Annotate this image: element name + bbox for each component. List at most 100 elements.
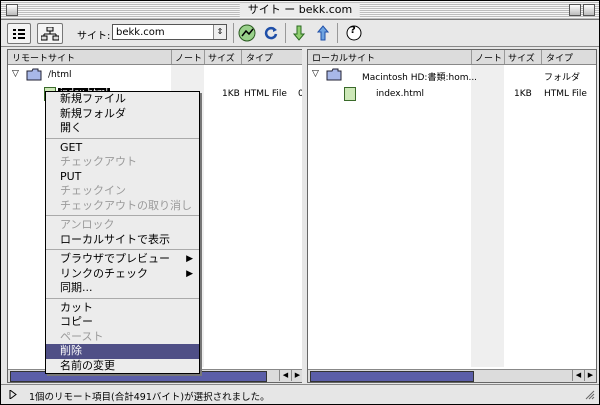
collapse-box-icon[interactable] [583, 4, 595, 16]
connect-button[interactable] [237, 23, 257, 42]
status-bar: 1個のリモート項目(合計491バイト)が選択されました。 [1, 384, 599, 404]
local-site-heading: ローカルサイト [312, 54, 376, 64]
menu-item-label: ローカルサイトで表示 [60, 232, 170, 246]
toolbar-divider [285, 23, 286, 43]
menu-item[interactable]: 同期... [46, 281, 199, 296]
connect-icon [238, 24, 256, 41]
menu-item-label: リンクのチェック [60, 266, 148, 280]
remote-column-header: リモートサイト ノート サイズ タイプ [8, 50, 303, 65]
site-window: サイト ー bekk.com サイト: bekk.com ⇕ ? リモートサイト… [0, 0, 600, 405]
menu-item: ペースト [46, 330, 199, 345]
menu-item-label: コピー [60, 315, 93, 328]
file-name: index.html [376, 89, 424, 99]
toolbar: サイト: bekk.com ⇕ ? [1, 20, 599, 47]
menu-item[interactable]: ローカルサイトで表示 [46, 233, 199, 248]
close-box-icon[interactable] [6, 4, 18, 16]
file-type: HTML File [244, 89, 287, 99]
help-glyph: ? [350, 25, 356, 36]
menu-item-label: 名前の変更 [60, 358, 115, 372]
site-map-icon [41, 26, 59, 40]
expand-triangle-icon[interactable] [9, 390, 17, 399]
refresh-button[interactable] [263, 23, 279, 42]
menu-item[interactable]: GET [46, 141, 199, 156]
folder-path: Macintosh HD:書類:hom... [362, 73, 478, 83]
chevron-updown-icon: ⇕ [213, 25, 226, 39]
menu-separator [46, 137, 199, 139]
scroll-left-icon[interactable]: ◀ [572, 370, 584, 381]
resize-grip-icon[interactable] [585, 390, 595, 400]
menu-item-label: ブラウザでプレビュー [60, 252, 170, 265]
folder-row[interactable]: ▽ /html [8, 67, 303, 83]
submenu-arrow-icon: ▶ [186, 254, 193, 264]
zoom-box-icon[interactable] [569, 4, 581, 16]
down-arrow-icon [293, 25, 305, 41]
column-notes[interactable]: ノート [475, 51, 502, 64]
scroll-right-icon[interactable]: ▶ [584, 370, 596, 381]
put-button[interactable] [315, 23, 331, 42]
site-map-button[interactable] [37, 23, 63, 44]
context-menu: 新規ファイル 新規フォルダ 開く GET チェックアウト PUT チェックイン チェックアウト… [45, 91, 200, 374]
toolbar-divider [233, 23, 234, 43]
menu-item-label: チェックアウトの取り消し [60, 198, 192, 212]
column-type[interactable]: タイプ [246, 51, 273, 64]
list-icon [13, 28, 25, 39]
scroll-left-icon[interactable]: ◀ [279, 370, 291, 381]
menu-item[interactable]: 新規ファイル [46, 92, 199, 107]
menu-item[interactable]: 新規フォルダ [46, 107, 199, 122]
file-type: HTML File [544, 89, 587, 99]
site-files-button[interactable] [7, 23, 31, 44]
get-button[interactable] [291, 23, 307, 42]
disclosure-triangle-icon[interactable]: ▽ [312, 69, 319, 79]
menu-item-label: 新規フォルダ [60, 106, 126, 120]
folder-row[interactable]: ▽ Macintosh HD:書類:hom... フォルダ [308, 67, 596, 83]
status-text: 1個のリモート項目(合計491バイト)が選択されました。 [29, 392, 270, 403]
menu-item-label: 同期... [60, 281, 93, 294]
column-size[interactable]: サイズ [508, 51, 535, 64]
menu-item-label: アンロック [60, 218, 115, 231]
folder-icon [326, 68, 342, 81]
menu-item[interactable]: カット [46, 301, 199, 316]
menu-item-label: チェックアウト [60, 155, 137, 168]
folder-name: /html [48, 70, 72, 80]
menu-separator [46, 249, 199, 250]
column-notes[interactable]: ノート [175, 51, 202, 64]
refresh-icon [264, 26, 278, 39]
title-bar[interactable]: サイト ー bekk.com [1, 1, 599, 20]
column-size[interactable]: サイズ [208, 51, 235, 64]
help-button[interactable]: ? [345, 23, 363, 42]
window-title: サイト ー bekk.com [239, 3, 361, 17]
file-row[interactable]: index.html 1KB HTML File [308, 86, 596, 102]
menu-item[interactable]: PUT [46, 170, 199, 185]
menu-item-label: カット [60, 300, 93, 314]
folder-icon [26, 68, 42, 81]
disclosure-triangle-icon[interactable]: ▽ [12, 69, 19, 79]
menu-item-label: チェックイン [60, 184, 126, 197]
scroll-thumb[interactable] [310, 371, 474, 382]
site-dropdown[interactable]: bekk.com ⇕ [112, 24, 227, 40]
menu-item[interactable]: 開く [46, 121, 199, 136]
menu-item: チェックアウトの取り消し [46, 199, 199, 214]
file-size: 1KB [514, 89, 532, 99]
menu-item-label: GET [60, 140, 83, 154]
site-label: サイト: [77, 31, 111, 42]
column-type[interactable]: タイプ [546, 51, 573, 64]
local-horizontal-scrollbar[interactable]: ◀ ▶ [308, 369, 596, 382]
toolbar-divider [337, 23, 338, 43]
menu-item: チェックイン [46, 184, 199, 199]
menu-item-label: ペースト [60, 329, 104, 343]
menu-item-label: 開く [60, 121, 82, 134]
menu-item[interactable]: コピー [46, 315, 199, 330]
menu-item[interactable]: リンクのチェック ▶ [46, 267, 199, 282]
menu-item-label: 新規ファイル [60, 92, 126, 105]
menu-item-label: 削除 [60, 344, 82, 357]
notes-column-shade [471, 65, 504, 367]
menu-item[interactable]: ブラウザでプレビュー ▶ [46, 252, 199, 267]
local-site-pane[interactable]: ローカルサイト ノート サイズ タイプ ▽ Macintosh HD:書類:ho… [307, 49, 597, 383]
menu-item-label: PUT [60, 169, 82, 183]
menu-item[interactable]: 名前の変更 [46, 359, 199, 374]
file-size: 1KB [222, 89, 240, 99]
folder-type: フォルダ [544, 73, 581, 83]
menu-separator [46, 215, 199, 216]
submenu-arrow-icon: ▶ [186, 268, 193, 279]
menu-item[interactable]: 削除 [46, 344, 199, 359]
